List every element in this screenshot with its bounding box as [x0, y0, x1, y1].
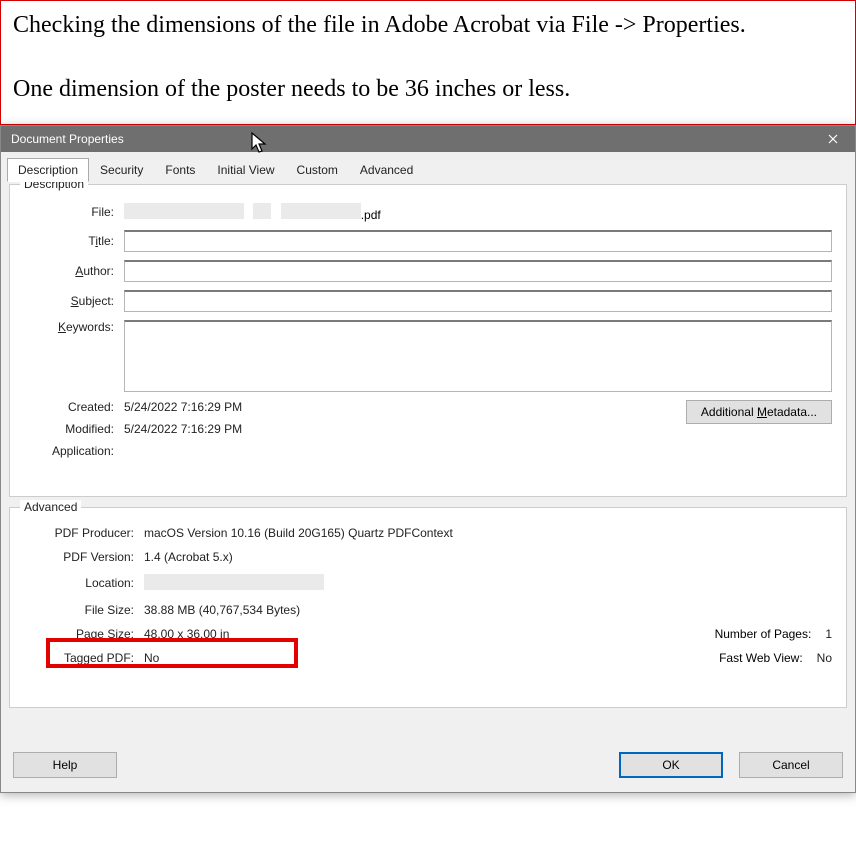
document-properties-dialog: Document Properties Description Security…	[0, 125, 856, 793]
redacted-box	[124, 203, 244, 219]
modified-label: Modified:	[24, 422, 124, 436]
titlebar: Document Properties	[1, 126, 855, 152]
button-bar: Help OK Cancel	[1, 744, 855, 792]
cancel-button[interactable]: Cancel	[739, 752, 843, 778]
tab-initial-view[interactable]: Initial View	[206, 158, 285, 182]
fast-web-view-label: Fast Web View:	[667, 651, 817, 665]
location-label: Location:	[24, 576, 144, 590]
file-size-label: File Size:	[24, 603, 144, 617]
pdf-producer-label: PDF Producer:	[24, 526, 144, 540]
fast-web-view-value: No	[817, 651, 832, 665]
page-size-value: 48.00 x 36.00 in	[144, 627, 229, 641]
instruction-line-2: One dimension of the poster needs to be …	[13, 73, 843, 105]
close-icon	[828, 134, 838, 144]
instruction-line-1: Checking the dimensions of the file in A…	[13, 9, 843, 41]
tab-strip: Description Security Fonts Initial View …	[1, 152, 855, 182]
file-label: File:	[24, 205, 124, 219]
dialog-title: Document Properties	[11, 132, 124, 146]
location-value	[144, 574, 324, 593]
modified-value: 5/24/2022 7:16:29 PM	[124, 422, 242, 436]
author-field[interactable]	[124, 260, 832, 282]
number-of-pages-label: Number of Pages:	[675, 627, 825, 641]
keywords-label: Keywords:	[24, 320, 124, 334]
tagged-pdf-value: No	[144, 651, 159, 665]
tab-description[interactable]: Description	[7, 158, 89, 182]
keywords-field[interactable]	[124, 320, 832, 392]
help-button[interactable]: Help	[13, 752, 117, 778]
author-label: Author:	[24, 264, 124, 278]
subject-field[interactable]	[124, 290, 832, 312]
advanced-group: Advanced PDF Producer: macOS Version 10.…	[9, 507, 847, 708]
application-label: Application:	[24, 444, 124, 458]
pdf-version-value: 1.4 (Acrobat 5.x)	[144, 550, 233, 564]
instruction-box: Checking the dimensions of the file in A…	[0, 0, 856, 125]
redacted-box	[281, 203, 361, 219]
redacted-box	[144, 574, 324, 590]
pdf-version-label: PDF Version:	[24, 550, 144, 564]
tab-advanced[interactable]: Advanced	[349, 158, 424, 182]
created-value: 5/24/2022 7:16:29 PM	[124, 400, 242, 414]
redacted-box	[253, 203, 271, 219]
page-size-label: Page Size:	[24, 627, 144, 641]
created-label: Created:	[24, 400, 124, 414]
ok-button[interactable]: OK	[619, 752, 723, 778]
tab-security[interactable]: Security	[89, 158, 154, 182]
file-ext: .pdf	[361, 208, 381, 222]
additional-metadata-button[interactable]: Additional Metadata...	[686, 400, 832, 424]
tab-custom[interactable]: Custom	[286, 158, 349, 182]
description-group: Description File: .pdf Title: Author: Su…	[9, 184, 847, 497]
file-value: .pdf	[124, 203, 381, 222]
pdf-producer-value: macOS Version 10.16 (Build 20G165) Quart…	[144, 526, 453, 540]
advanced-legend: Advanced	[20, 500, 81, 514]
close-button[interactable]	[811, 126, 855, 152]
subject-label: Subject:	[24, 294, 124, 308]
file-size-value: 38.88 MB (40,767,534 Bytes)	[144, 603, 300, 617]
number-of-pages-value: 1	[825, 627, 832, 641]
title-field[interactable]	[124, 230, 832, 252]
tab-fonts[interactable]: Fonts	[154, 158, 206, 182]
tagged-pdf-label: Tagged PDF:	[24, 651, 144, 665]
title-label: Title:	[24, 234, 124, 248]
